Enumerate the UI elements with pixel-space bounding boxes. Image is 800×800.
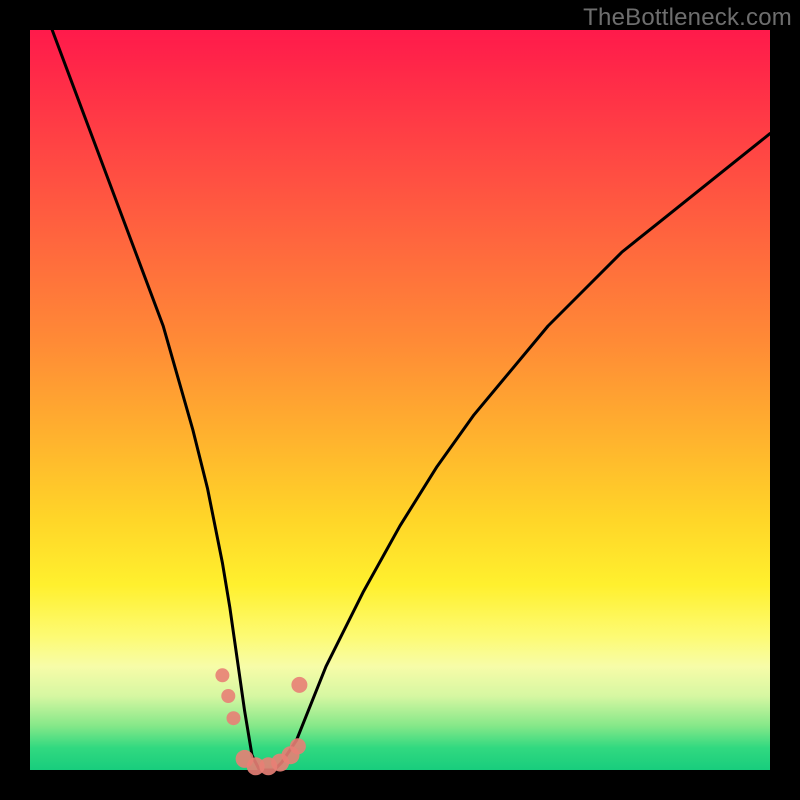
highlight-marker xyxy=(215,668,229,682)
marker-group xyxy=(215,668,307,775)
bottleneck-curve xyxy=(30,0,770,770)
chart-frame: TheBottleneck.com xyxy=(0,0,800,800)
highlight-marker xyxy=(290,738,306,754)
highlight-marker xyxy=(221,689,235,703)
highlight-marker xyxy=(291,677,307,693)
watermark-text: TheBottleneck.com xyxy=(583,4,792,32)
chart-svg xyxy=(30,30,770,770)
plot-area xyxy=(30,30,770,770)
highlight-marker xyxy=(227,711,241,725)
